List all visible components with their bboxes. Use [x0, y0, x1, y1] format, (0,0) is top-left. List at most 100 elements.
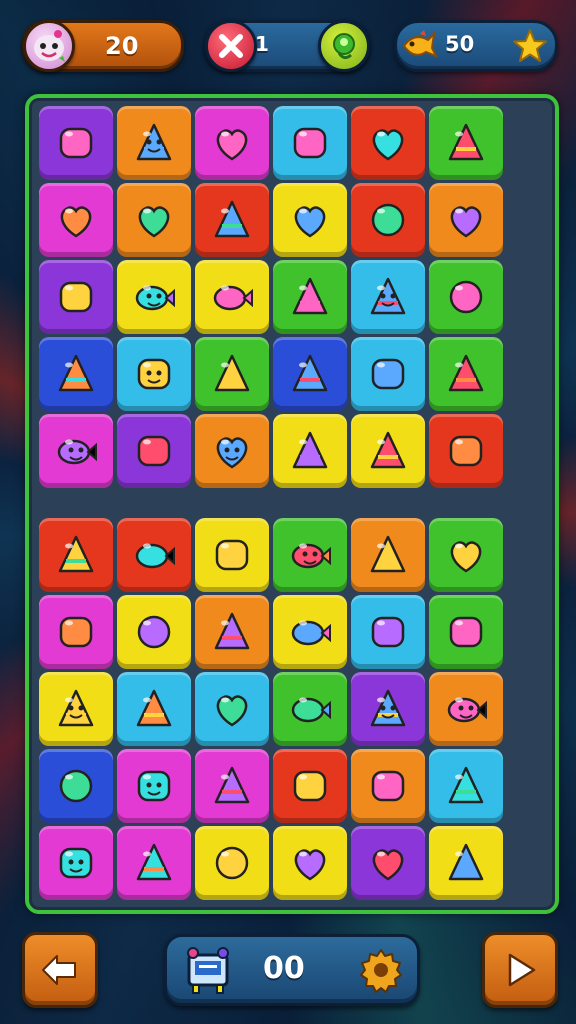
bottom-tile-r3-c1[interactable]	[39, 672, 113, 746]
bottom-tile-r5-c1[interactable]	[39, 826, 113, 900]
bottom-tile-r2-c1[interactable]	[39, 595, 113, 669]
blue-candy-icon	[286, 839, 334, 887]
top-tile-r4-c6[interactable]	[429, 337, 503, 411]
purple-bubble-icon	[208, 531, 256, 579]
purple-grapes-icon	[130, 685, 178, 733]
booster-machine-icon[interactable]	[181, 943, 235, 997]
bottom-tile-r4-c1[interactable]	[39, 749, 113, 823]
bottom-tile-r3-c4[interactable]	[273, 672, 347, 746]
orange-cookie-face-icon	[130, 762, 178, 810]
lifebuoy-icon	[442, 427, 490, 475]
bottom-tile-r3-c6[interactable]	[429, 672, 503, 746]
green-candy-icon[interactable]	[318, 20, 370, 72]
bottom-tile-r4-c6[interactable]	[429, 749, 503, 823]
blue-blob-icon	[208, 273, 256, 321]
top-tile-r2-c4[interactable]	[273, 183, 347, 257]
bottom-tile-r3-c5[interactable]	[351, 672, 425, 746]
top-tile-r5-c5[interactable]	[351, 414, 425, 488]
bottom-tile-r3-c3[interactable]	[195, 672, 269, 746]
top-tile-r5-c2[interactable]	[117, 414, 191, 488]
back-button[interactable]	[22, 932, 98, 1008]
top-tile-r5-c6[interactable]	[429, 414, 503, 488]
bottom-tile-r3-c2[interactable]	[117, 672, 191, 746]
yellow-slime-face-icon	[364, 685, 412, 733]
play-button[interactable]	[482, 932, 558, 1008]
top-tile-r3-c4[interactable]	[273, 260, 347, 334]
top-tile-r2-c3[interactable]	[195, 183, 269, 257]
bottom-tile-r2-c5[interactable]	[351, 595, 425, 669]
bottom-tile-r1-c6[interactable]	[429, 518, 503, 592]
top-tile-r4-c4[interactable]	[273, 337, 347, 411]
bottom-tile-r2-c4[interactable]	[273, 595, 347, 669]
top-tile-r1-c4[interactable]	[273, 106, 347, 180]
score-panel: 00	[164, 934, 420, 1006]
top-tile-r4-c2[interactable]	[117, 337, 191, 411]
lives-counter: 1	[255, 32, 269, 56]
top-tile-r3-c3[interactable]	[195, 260, 269, 334]
close-x-icon[interactable]	[205, 20, 257, 72]
green-cube-face-icon	[130, 119, 178, 167]
grape-stick-icon	[130, 427, 178, 475]
bottom-tile-r2-c2[interactable]	[117, 595, 191, 669]
monster-box-icon	[442, 685, 490, 733]
top-tile-r2-c5[interactable]	[351, 183, 425, 257]
bottom-tile-r4-c3[interactable]	[195, 749, 269, 823]
purple-leaf-icon	[130, 531, 178, 579]
bottom-tile-r2-c6[interactable]	[429, 595, 503, 669]
grapes-icon	[52, 119, 100, 167]
top-tile-r4-c1[interactable]	[39, 337, 113, 411]
bottom-tile-r5-c6[interactable]	[429, 826, 503, 900]
bottom-tile-r2-c3[interactable]	[195, 595, 269, 669]
top-tile-r3-c2[interactable]	[117, 260, 191, 334]
top-tile-r5-c3[interactable]	[195, 414, 269, 488]
snail-icon	[52, 350, 100, 398]
rocket-icon	[208, 685, 256, 733]
top-tile-r2-c2[interactable]	[117, 183, 191, 257]
back-arrow-icon	[42, 955, 76, 985]
bottom-tile-r1-c2[interactable]	[117, 518, 191, 592]
green-blob-face-icon	[364, 273, 412, 321]
bottom-tile-r4-c4[interactable]	[273, 749, 347, 823]
green-swirl-icon	[52, 531, 100, 579]
top-tile-r3-c1[interactable]	[39, 260, 113, 334]
moon-badge-icon	[130, 839, 178, 887]
bottom-tile-r4-c2[interactable]	[117, 749, 191, 823]
magnifier-icon	[442, 350, 490, 398]
bottom-tile-r4-c5[interactable]	[351, 749, 425, 823]
tile-grid-bottom	[39, 518, 503, 900]
pink-bird-icon	[364, 762, 412, 810]
bottom-tile-r5-c3[interactable]	[195, 826, 269, 900]
blue-drop-icon	[286, 427, 334, 475]
green-fish-icon	[208, 762, 256, 810]
top-tile-r5-c1[interactable]	[39, 414, 113, 488]
stars-counter: 50	[445, 32, 475, 56]
top-tile-r2-c6[interactable]	[429, 183, 503, 257]
top-tile-r4-c5[interactable]	[351, 337, 425, 411]
bottom-tile-r1-c3[interactable]	[195, 518, 269, 592]
bottom-tile-r1-c1[interactable]	[39, 518, 113, 592]
top-tile-r2-c1[interactable]	[39, 183, 113, 257]
top-tile-r1-c3[interactable]	[195, 106, 269, 180]
pink-heart-icon	[442, 762, 490, 810]
top-tile-r3-c6[interactable]	[429, 260, 503, 334]
bottom-tile-r5-c4[interactable]	[273, 826, 347, 900]
monster-avatar-icon	[23, 20, 75, 72]
top-tile-r3-c5[interactable]	[351, 260, 425, 334]
orange-sun-face-icon	[52, 685, 100, 733]
tile-grid-top	[39, 106, 503, 488]
top-tile-r4-c3[interactable]	[195, 337, 269, 411]
top-tile-r1-c2[interactable]	[117, 106, 191, 180]
bottom-tile-r5-c5[interactable]	[351, 826, 425, 900]
top-tile-r1-c1[interactable]	[39, 106, 113, 180]
lemon-icon	[208, 196, 256, 244]
bottom-tile-r5-c2[interactable]	[117, 826, 191, 900]
top-tile-r5-c4[interactable]	[273, 414, 347, 488]
wrapped-candy-icon	[208, 350, 256, 398]
top-tile-r1-c6[interactable]	[429, 106, 503, 180]
bottom-tile-r1-c5[interactable]	[351, 518, 425, 592]
bottom-tile-r1-c4[interactable]	[273, 518, 347, 592]
top-tile-r1-c5[interactable]	[351, 106, 425, 180]
ring-icon	[286, 273, 334, 321]
settings-gear-icon[interactable]	[357, 946, 405, 994]
planet-icon	[442, 273, 490, 321]
